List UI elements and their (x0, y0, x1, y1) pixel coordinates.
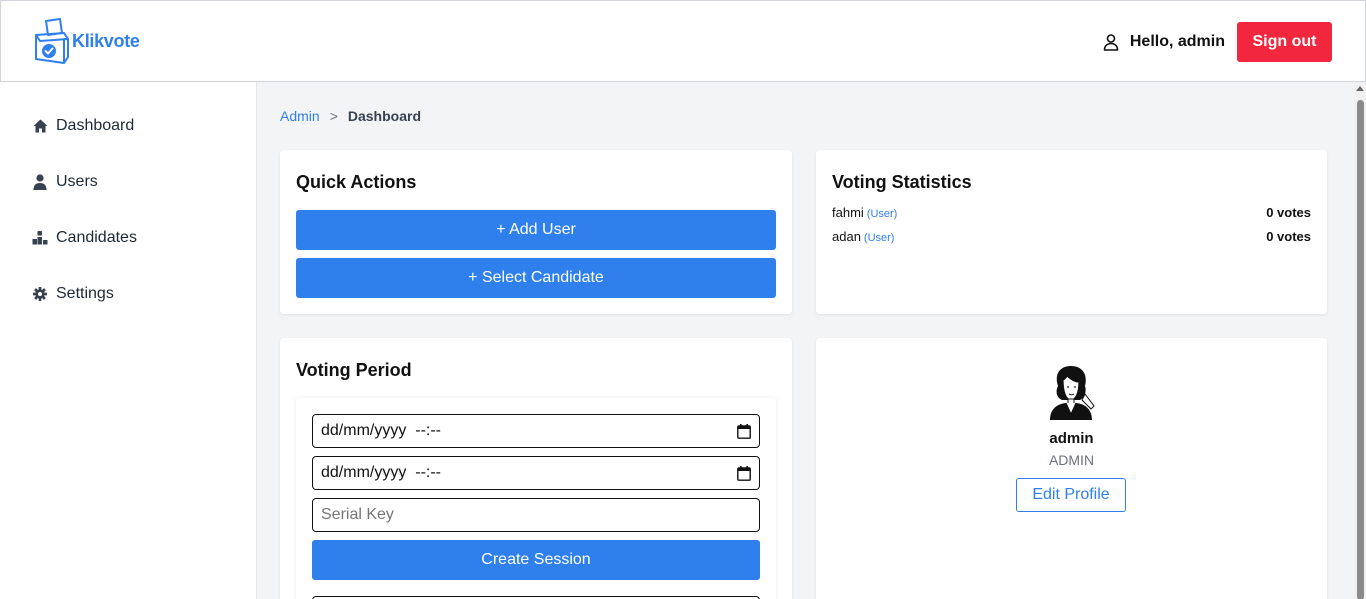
quick-actions-title: Quick Actions (296, 172, 417, 192)
sidebar-item-label: Users (56, 173, 98, 190)
sidebar-item-candidates[interactable]: Candidates (32, 226, 137, 250)
breadcrumb-admin-link[interactable]: Admin (280, 108, 320, 124)
list-item: adan (User) 0 votes (832, 229, 1311, 244)
sidebar-item-dashboard[interactable]: Dashboard (32, 114, 134, 138)
end-datetime-value: dd/mm/yyyy --:-- (321, 464, 441, 481)
greeting-text: Hello, admin (1129, 33, 1225, 50)
breadcrumb: Admin > Dashboard (280, 108, 421, 124)
breadcrumb-separator: > (329, 108, 338, 124)
top-header: Klikvote Hello, admin Sign out (0, 0, 1366, 82)
sidebar: Dashboard Users Candidates Settings (0, 82, 257, 599)
voting-period-title: Voting Period (296, 360, 412, 380)
quick-actions-card: Quick Actions + Add User + Select Candid… (280, 150, 792, 314)
sidebar-item-users[interactable]: Users (32, 170, 98, 194)
sidebar-item-settings[interactable]: Settings (32, 282, 114, 306)
breadcrumb-current: Dashboard (347, 108, 421, 124)
sign-out-button[interactable]: Sign out (1237, 22, 1332, 62)
app-name: Klikvote (72, 30, 140, 51)
scrollbar-thumb[interactable] (1357, 100, 1364, 599)
app-logo[interactable]: Klikvote (34, 17, 140, 65)
page-scrollbar[interactable] (1354, 82, 1366, 599)
create-session-button[interactable]: Create Session (312, 540, 760, 580)
edit-profile-button[interactable]: Edit Profile (1016, 478, 1126, 512)
profile-role: ADMIN (1048, 452, 1095, 468)
avatar (1050, 366, 1095, 420)
voting-period-card: Voting Period dd/mm/yyyy --:-- dd/mm/yyy… (280, 338, 792, 599)
podium-icon (32, 230, 48, 246)
user-icon (1102, 33, 1120, 51)
scroll-up-arrow-icon[interactable] (1356, 86, 1364, 91)
start-datetime-input[interactable]: dd/mm/yyyy --:-- (312, 414, 760, 448)
sidebar-item-label: Settings (56, 285, 114, 302)
candidate-name: fahmi (832, 205, 864, 220)
ballot-box-icon (35, 18, 69, 64)
sidebar-item-label: Candidates (56, 229, 137, 246)
vote-count: 0 votes (1266, 205, 1311, 220)
candidate-role: (User) (866, 208, 898, 220)
gear-icon (32, 286, 48, 302)
home-icon (32, 118, 48, 134)
add-user-button[interactable]: + Add User (296, 210, 776, 250)
vote-count: 0 votes (1266, 229, 1311, 244)
voting-statistics-card: Voting Statistics fahmi (User) 0 votes ad… (816, 150, 1327, 314)
candidate-name: adan (832, 229, 861, 244)
profile-card: admin ADMIN Edit Profile (816, 338, 1327, 599)
user-area: Hello, admin Sign out (1102, 22, 1332, 62)
serial-key-field[interactable] (312, 498, 760, 532)
calendar-icon[interactable] (737, 423, 751, 439)
select-candidate-button[interactable]: + Select Candidate (296, 258, 776, 298)
start-datetime-value: dd/mm/yyyy --:-- (321, 422, 441, 439)
calendar-icon[interactable] (737, 465, 751, 481)
list-item: fahmi (User) 0 votes (832, 205, 1311, 220)
end-datetime-input[interactable]: dd/mm/yyyy --:-- (312, 456, 760, 490)
candidate-role: (User) (863, 232, 895, 244)
voting-period-form: dd/mm/yyyy --:-- dd/mm/yyyy --:-- Create… (296, 398, 776, 599)
profile-name: admin (1049, 430, 1094, 447)
voting-statistics-title: Voting Statistics (832, 172, 972, 192)
sidebar-item-label: Dashboard (56, 117, 135, 134)
serial-key-input[interactable] (321, 506, 751, 524)
user-icon (32, 174, 48, 190)
